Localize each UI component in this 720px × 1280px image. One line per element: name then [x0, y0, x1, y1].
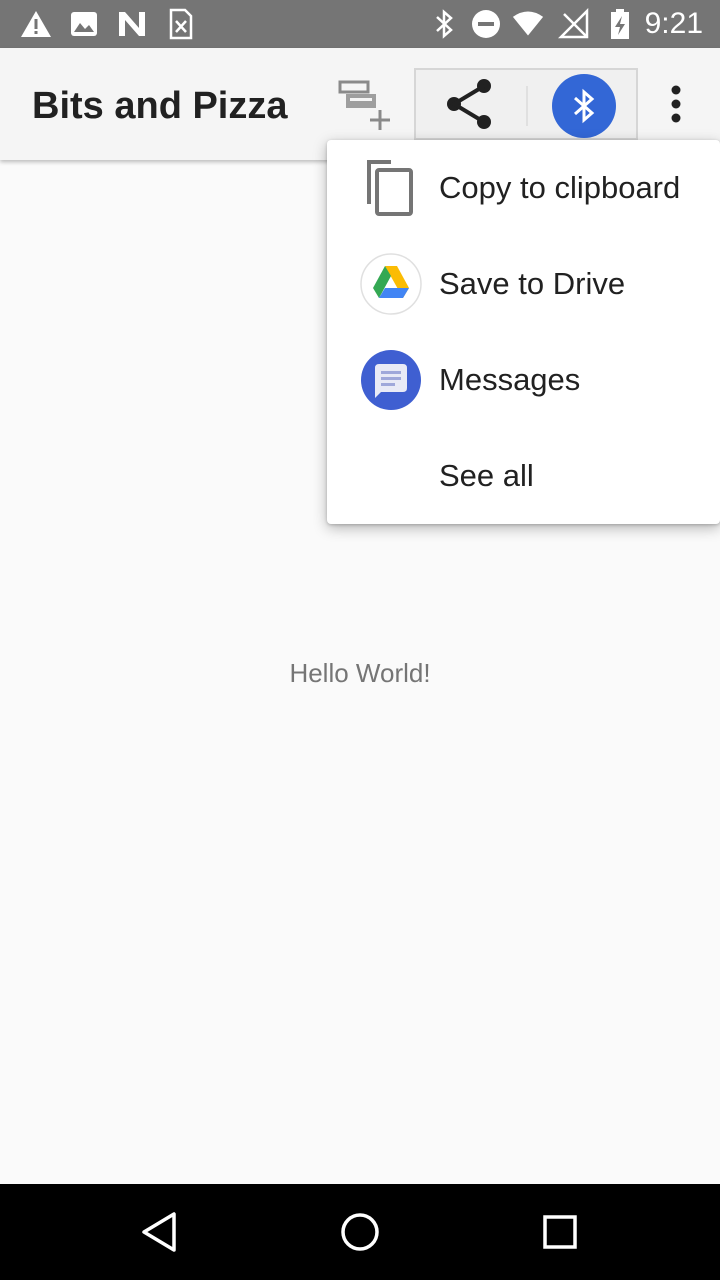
- create-order-icon[interactable]: [334, 76, 398, 132]
- app-title: Bits and Pizza: [32, 85, 288, 127]
- share-menu: Copy to clipboard Save to Drive Messages…: [327, 140, 720, 524]
- wifi-icon: [512, 11, 544, 36]
- home-icon[interactable]: [336, 1208, 384, 1256]
- hello-text: Hello World!: [289, 658, 431, 688]
- no-signal-icon: [558, 8, 589, 39]
- bluetooth-icon: [436, 9, 453, 39]
- share-action-group: [414, 68, 638, 140]
- status-bar: 9:21: [0, 0, 720, 48]
- do-not-disturb-icon: [472, 10, 500, 38]
- recents-icon[interactable]: [536, 1208, 584, 1256]
- drive-icon: [360, 253, 422, 315]
- more-vert-icon[interactable]: [660, 84, 692, 124]
- menu-item-label: Copy to clipboard: [439, 170, 681, 205]
- share-divider: [526, 86, 528, 126]
- copy-icon: [367, 160, 413, 216]
- menu-item-save-to-drive[interactable]: Save to Drive: [327, 236, 720, 332]
- share-icon[interactable]: [442, 76, 498, 132]
- menu-item-messages[interactable]: Messages: [327, 332, 720, 428]
- menu-item-see-all[interactable]: See all: [327, 428, 720, 524]
- warning-icon: [21, 11, 51, 37]
- bluetooth-glyph-icon: [574, 88, 595, 124]
- bluetooth-share-icon[interactable]: [552, 74, 616, 138]
- messages-icon: [361, 350, 421, 410]
- menu-item-label: Save to Drive: [439, 266, 626, 301]
- sim-icon: [169, 8, 193, 40]
- image-icon: [71, 12, 97, 36]
- back-icon[interactable]: [136, 1208, 184, 1256]
- menu-item-copy-to-clipboard[interactable]: Copy to clipboard: [327, 140, 720, 236]
- navigation-bar: [0, 1184, 720, 1280]
- status-time: 9:21: [644, 7, 703, 40]
- battery-charging-icon: [611, 9, 629, 39]
- menu-item-label: Messages: [439, 362, 581, 397]
- n-logo-icon: [119, 12, 145, 36]
- menu-item-label: See all: [439, 458, 534, 493]
